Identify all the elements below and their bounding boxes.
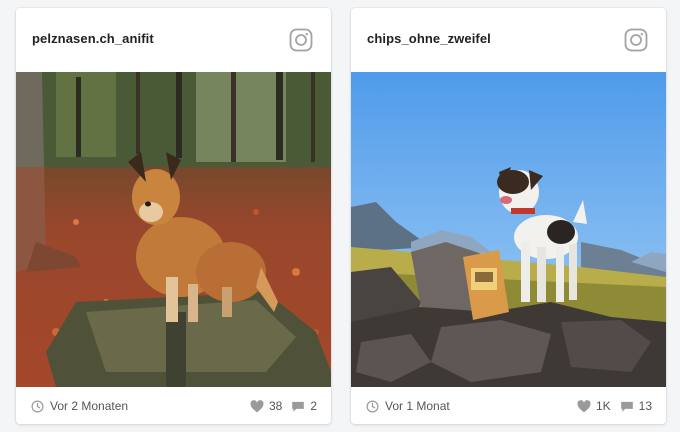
post-header: pelznasen.ch_anifit bbox=[16, 8, 331, 72]
post-username[interactable]: chips_ohne_zweifel bbox=[367, 31, 491, 46]
comments-count[interactable]: 2 bbox=[291, 399, 317, 413]
heart-icon bbox=[577, 399, 591, 412]
post-footer: Vor 1 Monat 1K 13 bbox=[351, 387, 666, 424]
post-card: chips_ohne_zweifel Vor 1 Monat 1K 13 bbox=[351, 8, 666, 424]
heart-icon bbox=[250, 399, 264, 412]
instagram-icon[interactable] bbox=[289, 28, 313, 52]
comments-count[interactable]: 13 bbox=[620, 399, 652, 413]
post-time-text: Vor 2 Monaten bbox=[50, 399, 129, 413]
likes-count[interactable]: 1K bbox=[577, 399, 611, 413]
post-photo-dog-mountains[interactable] bbox=[351, 72, 666, 387]
post-stats: 38 2 bbox=[250, 399, 317, 413]
post-footer: Vor 2 Monaten 38 2 bbox=[16, 387, 331, 424]
likes-value: 1K bbox=[595, 399, 611, 413]
likes-count[interactable]: 38 bbox=[250, 399, 282, 413]
post-card: pelznasen.ch_anifit Vor 2 Monaten 38 2 bbox=[16, 8, 331, 424]
post-time: Vor 2 Monaten bbox=[31, 399, 128, 413]
post-stats: 1K 13 bbox=[577, 399, 652, 413]
instagram-icon[interactable] bbox=[624, 28, 648, 52]
post-time: Vor 1 Monat bbox=[366, 399, 450, 413]
post-username[interactable]: pelznasen.ch_anifit bbox=[32, 31, 154, 46]
comment-icon bbox=[292, 401, 305, 412]
comments-value: 2 bbox=[310, 399, 317, 413]
comment-icon bbox=[620, 401, 633, 412]
post-time-text: Vor 1 Monat bbox=[385, 399, 450, 413]
clock-icon bbox=[366, 400, 379, 412]
post-photo-dog-forest[interactable] bbox=[16, 72, 331, 387]
clock-icon bbox=[31, 400, 44, 412]
likes-value: 38 bbox=[268, 399, 283, 413]
post-header: chips_ohne_zweifel bbox=[351, 8, 666, 72]
comments-value: 13 bbox=[638, 399, 652, 413]
